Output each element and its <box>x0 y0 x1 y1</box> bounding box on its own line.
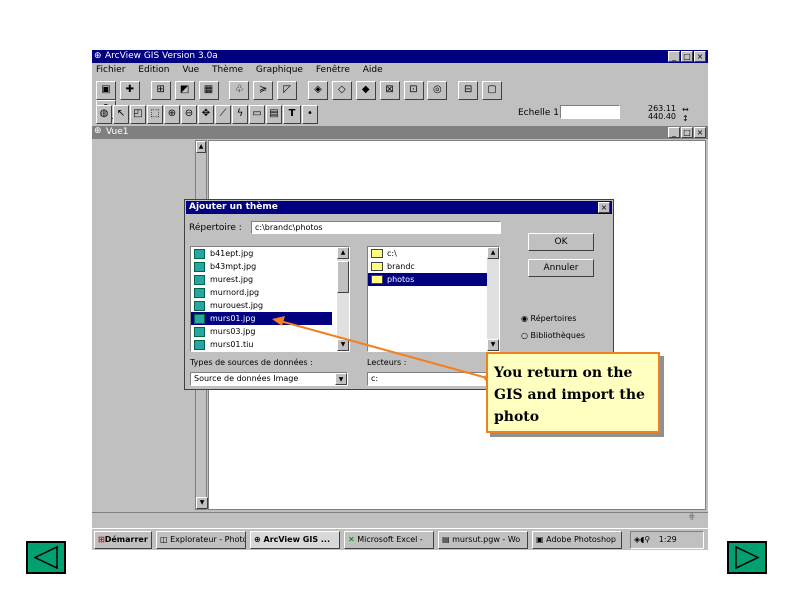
taskbar: ⊞Démarrer ◫ Explorateur - Photo ⊕ ArcVie… <box>92 528 708 550</box>
clock: 1:29 <box>658 535 677 544</box>
triangle-right-icon <box>735 545 760 570</box>
callout-box: You return on the GIS and import the pho… <box>486 352 660 433</box>
task-arcview[interactable]: ⊕ ArcView GIS ... <box>250 531 340 549</box>
system-tray: ◈◖⚲ 1:29 <box>630 531 704 549</box>
explorer-icon: ◫ <box>160 535 168 544</box>
start-button[interactable]: ⊞Démarrer <box>94 531 152 549</box>
excel-icon: ✕ <box>348 535 355 544</box>
arcview-icon: ⊕ <box>254 535 261 544</box>
triangle-left-icon <box>33 545 58 570</box>
task-excel[interactable]: ✕ Microsoft Excel - <box>344 531 434 549</box>
windows-logo-icon: ⊞ <box>98 535 105 544</box>
next-slide-button[interactable] <box>727 541 767 574</box>
task-photoshop[interactable]: ▣ Adobe Photoshop <box>532 531 622 549</box>
task-word[interactable]: ▤ mursut.pgw - Wo <box>438 531 528 549</box>
callout-arrow <box>272 316 490 381</box>
task-explorer[interactable]: ◫ Explorateur - Photo <box>156 531 246 549</box>
photoshop-icon: ▣ <box>536 535 544 544</box>
notepad-icon: ▤ <box>442 535 450 544</box>
network-icon[interactable]: ⚲ <box>644 535 650 544</box>
prev-slide-button[interactable] <box>26 541 66 574</box>
